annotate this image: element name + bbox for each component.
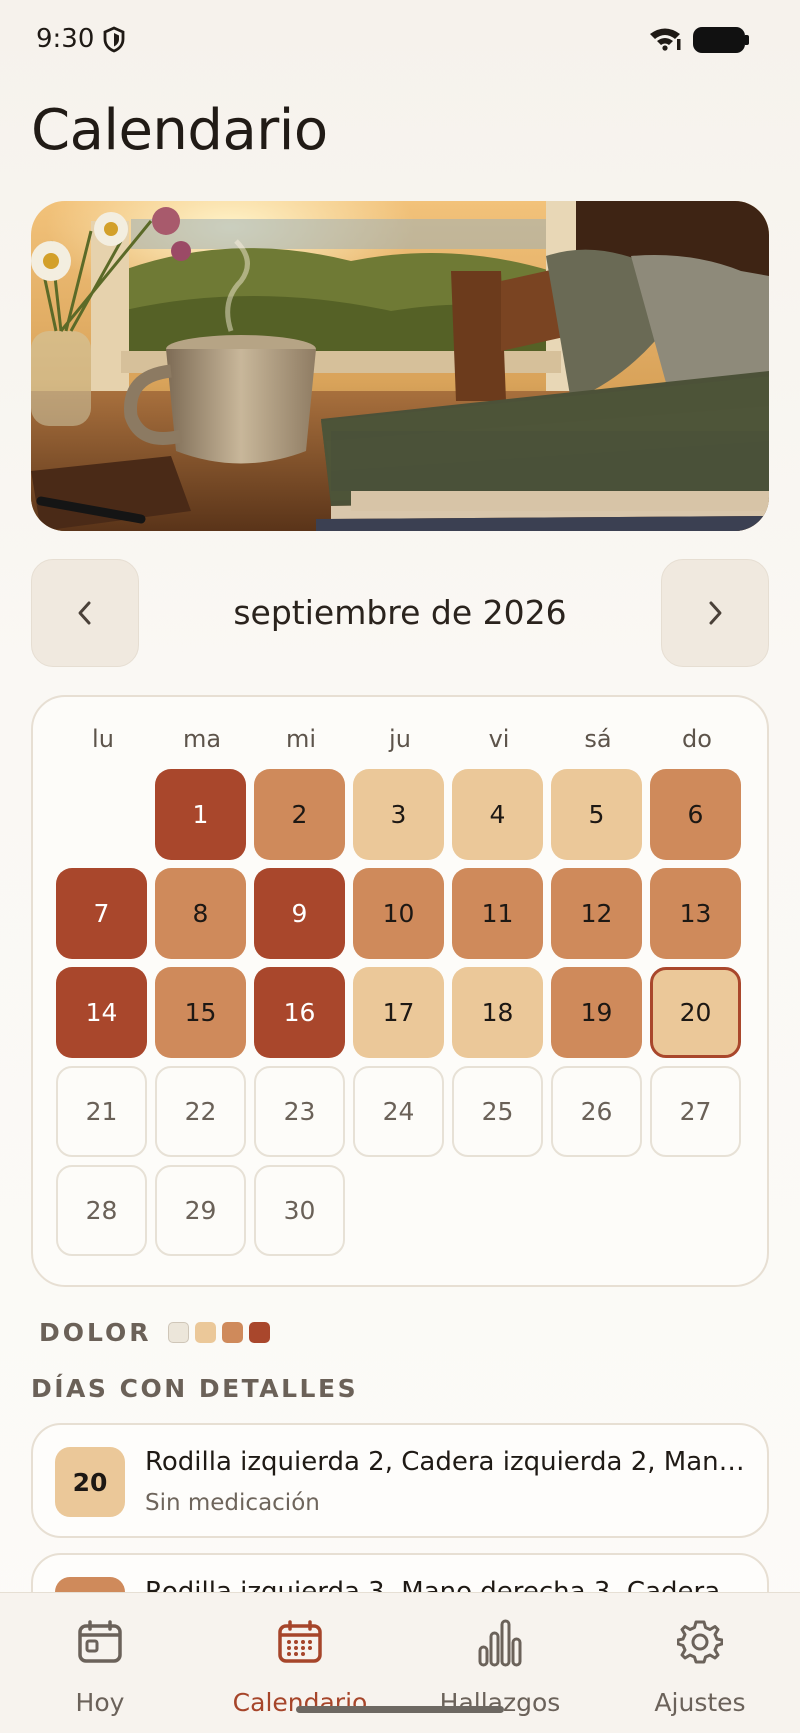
calendar-day[interactable]: 27 — [650, 1066, 741, 1157]
home-indicator — [296, 1706, 504, 1713]
status-bar: 9:30 — [0, 0, 800, 80]
calendar-day[interactable]: 15 — [155, 967, 246, 1058]
weekday-label: mi — [285, 725, 317, 753]
weekday-label: sá — [584, 725, 612, 753]
calendar-day[interactable]: 23 — [254, 1066, 345, 1157]
section-title-details: DÍAS CON DETALLES — [31, 1374, 359, 1403]
calendar-day[interactable]: 13 — [650, 868, 741, 959]
legend-swatch-low — [194, 1321, 216, 1343]
legend-label: DOLOR — [39, 1317, 152, 1347]
bar-chart-icon — [478, 1619, 522, 1667]
calendar-day[interactable]: 24 — [353, 1066, 444, 1157]
hero-image — [31, 201, 769, 531]
legend-swatch-none — [167, 1321, 189, 1343]
calendar-day[interactable]: 19 — [551, 967, 642, 1058]
shield-icon — [103, 26, 125, 53]
calendar-day[interactable]: 21 — [56, 1066, 147, 1157]
chevron-left-icon — [78, 601, 91, 625]
calendar-day[interactable]: 17 — [353, 967, 444, 1058]
status-time: 9:30 — [36, 24, 95, 54]
calendar-day[interactable]: 18 — [452, 967, 543, 1058]
calendar-day[interactable]: 25 — [452, 1066, 543, 1157]
calendar-day[interactable]: 8 — [155, 868, 246, 959]
pain-legend: DOLOR — [39, 1315, 270, 1349]
battery-icon — [693, 27, 745, 53]
calendar-day[interactable]: 16 — [254, 967, 345, 1058]
entry-day-badge: 20 — [55, 1447, 125, 1517]
calendar-day[interactable]: 11 — [452, 868, 543, 959]
weekday-label: lu — [92, 725, 114, 753]
calendar-day[interactable]: 29 — [155, 1165, 246, 1256]
today-icon — [78, 1620, 122, 1663]
calendar-day[interactable]: 10 — [353, 868, 444, 959]
weekday-label: ma — [182, 725, 222, 753]
calendar-day-today[interactable]: 20 — [650, 967, 741, 1058]
detail-entry-card[interactable]: 20 Rodilla izquierda 2, Cadera izquierda… — [31, 1423, 769, 1538]
chevron-right-icon — [709, 601, 722, 625]
calendar-day[interactable]: 4 — [452, 769, 543, 860]
calendar-day[interactable]: 7 — [56, 868, 147, 959]
calendar-day[interactable]: 26 — [551, 1066, 642, 1157]
previous-month-button[interactable] — [31, 559, 139, 667]
month-label: septiembre de 2026 — [233, 593, 567, 632]
calendar-grid: lu ma mi ju vi sá do 1 2 3 4 5 6 7 8 9 10 11 12 13 14… — [31, 695, 769, 1287]
weekday-label: vi — [488, 725, 510, 753]
calendar-day[interactable]: 9 — [254, 868, 345, 959]
weekday-label: ju — [389, 725, 411, 753]
nav-item-ajustes[interactable]: Ajustes — [600, 1593, 800, 1733]
next-month-button[interactable] — [661, 559, 769, 667]
calendar-day[interactable]: 14 — [56, 967, 147, 1058]
calendar-icon — [278, 1620, 322, 1663]
entry-subtitle: Sin medicación — [145, 1490, 320, 1516]
calendar-day[interactable]: 5 — [551, 769, 642, 860]
calendar-day[interactable]: 22 — [155, 1066, 246, 1157]
nav-label: Hoy — [75, 1688, 125, 1717]
page-title: Calendario — [31, 98, 328, 163]
calendar-day[interactable]: 3 — [353, 769, 444, 860]
entry-title: Rodilla izquierda 2, Cadera izquierda 2,… — [145, 1447, 755, 1477]
calendar-day[interactable]: 1 — [155, 769, 246, 860]
legend-swatch-high — [248, 1321, 270, 1343]
calendar-day[interactable]: 28 — [56, 1165, 147, 1256]
calendar-day[interactable]: 30 — [254, 1165, 345, 1256]
wifi-icon — [650, 28, 681, 51]
legend-swatch-medium — [221, 1321, 243, 1343]
weekday-label: do — [682, 725, 712, 753]
calendar-day[interactable]: 2 — [254, 769, 345, 860]
gear-icon — [677, 1620, 723, 1664]
nav-label: Ajustes — [654, 1688, 746, 1717]
calendar-day[interactable]: 12 — [551, 868, 642, 959]
calendar-day[interactable]: 6 — [650, 769, 741, 860]
month-navigation: septiembre de 2026 — [31, 559, 769, 667]
nav-item-hoy[interactable]: Hoy — [0, 1593, 200, 1733]
battery-tip — [745, 35, 749, 45]
